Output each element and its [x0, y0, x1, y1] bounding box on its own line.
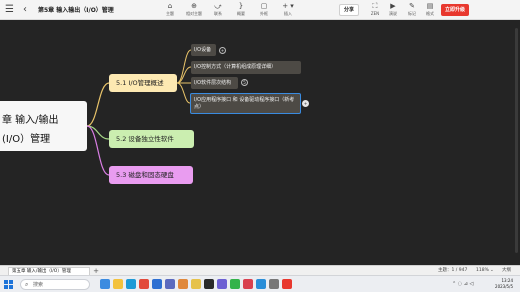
expand-toggle-icon[interactable]: + — [219, 47, 226, 54]
root-topic-line-1: 章 输入/输出 — [2, 115, 59, 126]
xmind-app-icon[interactable] — [282, 279, 292, 289]
system-tray[interactable]: ⌃ ◌ ⊿ ◁ — [452, 280, 473, 288]
windows-start-icon[interactable] — [4, 280, 13, 289]
connectors-subtopics — [176, 49, 192, 104]
root-topic-line-2: (I/O）管理 — [2, 134, 51, 145]
topic-count: 主题：1 / 947 — [438, 268, 468, 273]
insert-topic-icon: ⊕ — [191, 2, 197, 10]
photos-app-icon[interactable] — [178, 279, 188, 289]
connectors-topic-1 — [86, 82, 110, 127]
search-icon: ⌕ — [25, 281, 29, 288]
insert-topic-button[interactable]: ⊕ 相对主题 — [181, 2, 207, 19]
top-toolbar: ☰ ‹ 第5章 输入输出（I/O）管理 ⌂ 主题 ⊕ 相对主题 ⤻ 联系 } 概… — [0, 0, 520, 20]
theme-button[interactable]: ⌂ 主题 — [157, 2, 183, 19]
add-sheet-icon[interactable]: + — [92, 267, 100, 275]
mindmap-canvas[interactable]: 章 输入/输出 (I/O）管理 5.1 I/O管理概述 5.2 设备独立性软件 … — [0, 20, 520, 265]
insert-icon: + ▾ — [282, 2, 294, 10]
format-button[interactable]: ▤ 格式 — [417, 2, 443, 19]
topic-device-independent-software[interactable]: 5.2 设备独立性软件 — [109, 130, 194, 148]
outline-toggle[interactable]: 大纲 — [502, 268, 511, 274]
vscode-app-icon[interactable] — [256, 279, 266, 289]
subtopic-io-software-layers[interactable]: I/O软件层次结构 — [191, 77, 238, 89]
wechat-app-icon[interactable] — [230, 279, 240, 289]
mail-app-icon[interactable] — [165, 279, 175, 289]
file-explorer-app-icon[interactable] — [113, 279, 123, 289]
windows-taskbar: ⌕ 搜索 ⌃ ◌ ⊿ ◁ 13:24 2023/5/5 — [0, 275, 520, 292]
insert-button[interactable]: + ▾ 插入 — [275, 2, 301, 19]
terminal-app-icon[interactable] — [204, 279, 214, 289]
widgets-app-icon[interactable] — [100, 279, 110, 289]
home-icon: ⌂ — [167, 2, 173, 10]
subtopic-io-interfaces-selected[interactable]: I/O应用程序接口 和 设备驱动程序接口（新考点） — [190, 93, 301, 114]
edge-app-icon[interactable] — [126, 279, 136, 289]
search-placeholder: 搜索 — [33, 282, 44, 288]
boundary-button[interactable]: ▢ 外框 — [251, 2, 277, 19]
topic-io-overview[interactable]: 5.1 I/O管理概述 — [109, 74, 177, 92]
notes-app-icon[interactable] — [191, 279, 201, 289]
frame-icon: ▢ — [260, 2, 268, 10]
share-button[interactable]: 分享 — [339, 4, 359, 16]
subtopic-io-devices[interactable]: I/O设备 — [191, 44, 216, 56]
taskbar-clock[interactable]: 13:24 2023/5/5 — [483, 278, 513, 290]
upgrade-button[interactable]: 立即升级 — [441, 4, 469, 16]
settings-app-icon[interactable] — [269, 279, 279, 289]
vertical-scrollbar[interactable] — [515, 28, 518, 253]
music-app-icon[interactable] — [243, 279, 253, 289]
taskbar-search[interactable]: ⌕ 搜索 — [20, 279, 90, 290]
menu-icon[interactable]: ☰ — [4, 4, 15, 15]
document-title: 第5章 输入输出（I/O）管理 — [38, 7, 114, 14]
format-icon: ▤ — [426, 2, 434, 10]
store-app-icon[interactable] — [152, 279, 162, 289]
topic-disk-and-ssd[interactable]: 5.3 磁盘和固态硬盘 — [109, 166, 193, 184]
teams-app-icon[interactable] — [217, 279, 227, 289]
back-icon[interactable]: ‹ — [19, 3, 31, 16]
collapsed-count-badge[interactable]: 5 — [241, 79, 248, 86]
chrome-app-icon[interactable] — [139, 279, 149, 289]
zoom-level[interactable]: 118% — [476, 268, 489, 274]
expand-toggle-icon[interactable]: + — [302, 100, 309, 107]
zoom-dropdown-icon[interactable]: ⌄ — [490, 268, 494, 274]
root-topic[interactable]: 章 输入/输出 (I/O）管理 — [0, 101, 87, 151]
subtopic-io-control-modes[interactable]: I/O控制方式（计算机组成原理详细） — [191, 61, 301, 74]
sheet-tab-bar: 第五章 输入/输出（I/O）管理 + 主题：1 / 947 118% ⌄ 大纲 — [0, 265, 520, 276]
clock-date: 2023/5/5 — [495, 284, 513, 289]
